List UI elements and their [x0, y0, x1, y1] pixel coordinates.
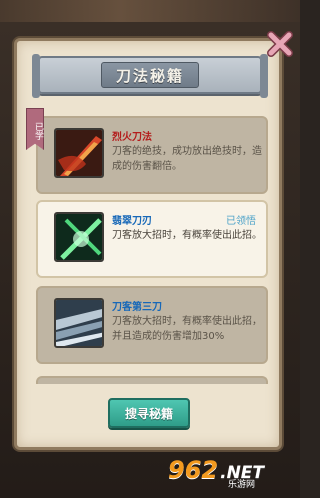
page-title: 刀法秘籍	[100, 62, 199, 88]
jade-blade-icon	[54, 212, 104, 262]
skill-card-3[interactable]: 刀客第三刀 刀客放大招时，有概率使出此招，并且造成的伤害增加30%	[36, 286, 268, 364]
banner-scroll-right	[260, 54, 268, 98]
skill-desc: 刀客的绝技，成功放出绝技时，造成的伤害翻倍。	[112, 146, 262, 172]
flame-blade-icon	[54, 128, 104, 178]
close-icon	[267, 31, 293, 57]
skill-name: 翡翠刀刃	[112, 216, 152, 227]
steel-blade-icon	[54, 298, 104, 348]
search-secret-button[interactable]: 搜寻秘籍	[108, 398, 190, 428]
top-strip	[0, 0, 300, 22]
watermark-digits: 962	[168, 456, 219, 484]
skill-desc: 刀客放大招时，有概率使出此招。	[112, 230, 262, 241]
banner-scroll-left	[32, 54, 40, 98]
skill-name: 刀客第三刀	[112, 302, 162, 313]
title-banner: 刀法秘籍	[32, 54, 268, 98]
skill-card-2[interactable]: 翡翠刀刃 已领悟 刀客放大招时，有概率使出此招。	[36, 200, 268, 278]
skill-card-1[interactable]: 烈火刀法 刀客的绝技，成功放出绝技时，造成的伤害翻倍。	[36, 116, 268, 194]
learned-tag: 已学	[26, 108, 44, 150]
watermark-cn: 乐游网	[228, 480, 256, 490]
skill-name: 烈火刀法	[112, 132, 152, 143]
close-button[interactable]	[264, 28, 296, 60]
skill-desc: 刀客放大招时，有概率使出此招，并且造成的伤害增加30%	[112, 316, 262, 342]
site-watermark: 962 .NET 乐游网	[168, 450, 296, 490]
skill-card-peek	[36, 376, 268, 384]
status-badge: 已领悟	[226, 216, 256, 227]
